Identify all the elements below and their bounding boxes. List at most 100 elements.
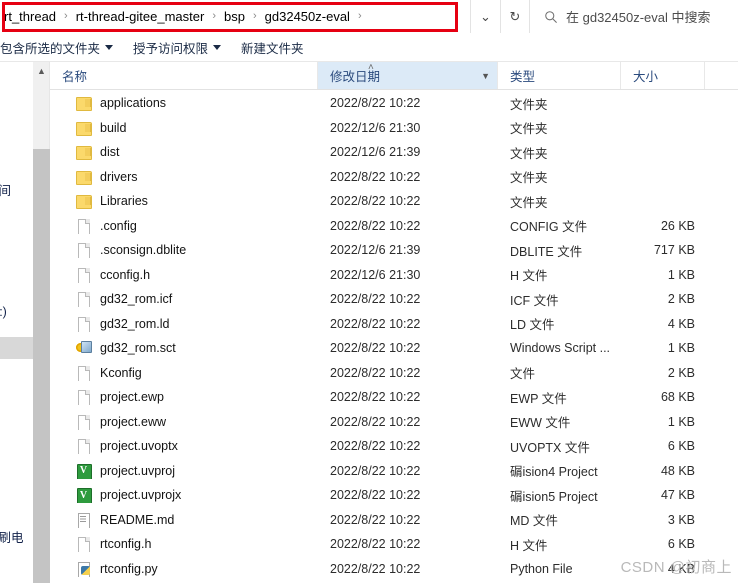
command-item-label: 新建文件夹 [241, 42, 304, 56]
breadcrumb-separator-icon: › [212, 10, 217, 22]
table-row[interactable]: project.ewp 2022/8/22 10:22 EWP 文件 68 KB [50, 385, 738, 410]
navigation-scrollbar[interactable]: ▲ [33, 62, 50, 583]
nav-item-1[interactable]: (C:) [0, 305, 7, 319]
table-row[interactable]: gd32_rom.ld 2022/8/22 10:22 LD 文件 4 KB [50, 312, 738, 337]
file-name-label: cconfig.h [100, 267, 151, 282]
column-header-name[interactable]: 名称 [50, 62, 318, 89]
file-name-label: README.md [100, 512, 175, 527]
chevron-down-icon[interactable] [213, 45, 222, 50]
column-header-blank [705, 62, 738, 89]
table-row[interactable]: Libraries 2022/8/22 10:22 文件夹 [50, 189, 738, 214]
column-header-date[interactable]: 修改日期 ▼ [318, 62, 498, 89]
breadcrumb-item-2[interactable]: bsp [222, 0, 247, 33]
cell-type: Python File [510, 561, 573, 576]
search-input[interactable]: 在 gd32450z-eval 中搜索 [530, 0, 738, 33]
table-row[interactable]: drivers 2022/8/22 10:22 文件夹 [50, 165, 738, 190]
cell-date: 2022/8/22 10:22 [330, 218, 421, 233]
cell-name: build [50, 120, 318, 136]
file-name-label: gd32_rom.icf [100, 292, 173, 307]
cell-size: 6 KB [667, 439, 695, 454]
cell-size: 1 KB [667, 341, 695, 356]
breadcrumb-item-1[interactable]: rt-thread-gitee_master [74, 0, 207, 33]
cell-name: dist [50, 144, 318, 161]
breadcrumb-item-0[interactable]: rt_thread [2, 0, 58, 33]
folder-icon [76, 193, 92, 210]
refresh-button[interactable]: ↻ [500, 0, 530, 33]
breadcrumb-separator-icon: › [357, 10, 362, 22]
doc-icon [76, 242, 91, 259]
cell-name: project.eww [50, 414, 318, 430]
cell-type: MD 文件 [510, 514, 558, 529]
cell-date: 2022/8/22 10:22 [330, 194, 421, 209]
folder-icon [76, 95, 92, 112]
table-row[interactable]: cconfig.h 2022/12/6 21:30 H 文件 1 KB [50, 263, 738, 288]
cell-type: H 文件 [510, 538, 548, 553]
table-row[interactable]: dist 2022/12/6 21:39 文件夹 [50, 140, 738, 165]
cell-size: 4 KB [667, 316, 695, 331]
file-name-label: applications [100, 96, 167, 111]
txt-icon [76, 512, 91, 528]
cell-date: 2022/8/22 10:22 [330, 292, 421, 307]
table-row[interactable]: .config 2022/8/22 10:22 CONFIG 文件 26 KB [50, 214, 738, 239]
table-row[interactable]: project.uvoptx 2022/8/22 10:22 UVOPTX 文件 6 … [50, 434, 738, 459]
table-row[interactable]: build 2022/12/6 21:30 文件夹 [50, 116, 738, 141]
chevron-down-icon[interactable]: ▼ [481, 71, 490, 81]
scroll-up-arrow-icon[interactable]: ▲ [33, 62, 50, 79]
table-row[interactable]: rtconfig.h 2022/8/22 10:22 H 文件 6 KB [50, 532, 738, 557]
cell-type: UVOPTX 文件 [510, 440, 590, 455]
table-row[interactable]: rtconfig.py 2022/8/22 10:22 Python File 4 K… [50, 557, 738, 582]
file-name-label: .config [100, 218, 137, 233]
cell-date: 2022/8/22 10:22 [330, 537, 421, 552]
uv-icon [76, 463, 92, 479]
table-row[interactable]: applications 2022/8/22 10:22 文件夹 [50, 91, 738, 116]
cell-size: 26 KB [660, 218, 695, 233]
cell-size: 47 KB [660, 488, 695, 503]
table-row[interactable]: gd32_rom.icf 2022/8/22 10:22 ICF 文件 2 KB [50, 287, 738, 312]
cell-size: 1 KB [667, 414, 695, 429]
cell-name: cconfig.h [50, 267, 318, 283]
table-row[interactable]: Kconfig 2022/8/22 10:22 文件 2 KB [50, 361, 738, 386]
cell-date: 2022/8/22 10:22 [330, 488, 421, 503]
nav-selected-item[interactable] [0, 337, 33, 359]
cell-date: 2022/12/6 21:39 [330, 145, 421, 160]
cell-size: 1 KB [667, 267, 695, 282]
nav-item-2[interactable]: 无刷电 [0, 527, 24, 546]
table-row[interactable]: gd32_rom.sct 2022/8/22 10:22 Windows Scrip… [50, 336, 738, 361]
cell-name: project.uvproj [50, 463, 318, 479]
table-row[interactable]: project.uvproj 2022/8/22 10:22 碿ision4 Pro… [50, 459, 738, 484]
file-rows-container: applications 2022/8/22 10:22 文件夹 build 2022/… [50, 91, 738, 583]
file-name-label: gd32_rom.sct [100, 341, 176, 356]
address-bar-row: rt_thread › rt-thread-gitee_master › bsp › gd3… [0, 0, 738, 33]
file-name-label: rtconfig.h [100, 537, 152, 552]
folder-icon [76, 120, 92, 136]
cell-size: 3 KB [667, 512, 695, 527]
command-item-1[interactable]: 授予访问权限 [123, 34, 231, 61]
navigation-pane[interactable]: 空间 (C:) 无刷电 [0, 62, 33, 583]
table-row[interactable]: README.md 2022/8/22 10:22 MD 文件 3 KB [50, 508, 738, 533]
doc-icon [76, 267, 91, 283]
command-item-2[interactable]: 新建文件夹 [231, 34, 314, 61]
table-row[interactable]: project.eww 2022/8/22 10:22 EWW 文件 1 KB [50, 410, 738, 435]
history-dropdown-button[interactable]: ⌄ [470, 0, 500, 33]
cell-name: gd32_rom.icf [50, 291, 318, 308]
cell-type: 文件夹 [510, 97, 548, 112]
cell-name: gd32_rom.ld [50, 316, 318, 332]
table-row[interactable]: .sconsign.dblite 2022/12/6 21:39 DBLITE 文件… [50, 238, 738, 263]
cell-size: 48 KB [660, 463, 695, 478]
breadcrumb-item-3[interactable]: gd32450z-eval [263, 0, 352, 33]
column-header-size[interactable]: 大小 [621, 62, 705, 89]
file-list-area: 名称 修改日期 ▼ 类型 大小 ˄ applications 2022/8/22 … [50, 62, 738, 583]
cell-date: 2022/12/6 21:30 [330, 267, 421, 282]
column-header-type[interactable]: 类型 [498, 62, 621, 89]
nav-item-0[interactable]: 空间 [0, 180, 11, 199]
breadcrumb[interactable]: rt_thread › rt-thread-gitee_master › bsp › gd3… [0, 0, 470, 33]
uv-icon [76, 487, 92, 504]
column-header-row: 名称 修改日期 ▼ 类型 大小 ˄ [50, 62, 738, 90]
chevron-down-icon[interactable] [105, 45, 114, 50]
table-row[interactable]: project.uvprojx 2022/8/22 10:22 碿ision5 Pr… [50, 483, 738, 508]
scrollbar-thumb[interactable] [33, 149, 50, 583]
file-name-label: gd32_rom.ld [100, 316, 170, 331]
cell-type: EWW 文件 [510, 416, 571, 431]
command-item-0[interactable]: 包含所选的文件夹 [0, 34, 123, 61]
cell-name: applications [50, 95, 318, 112]
